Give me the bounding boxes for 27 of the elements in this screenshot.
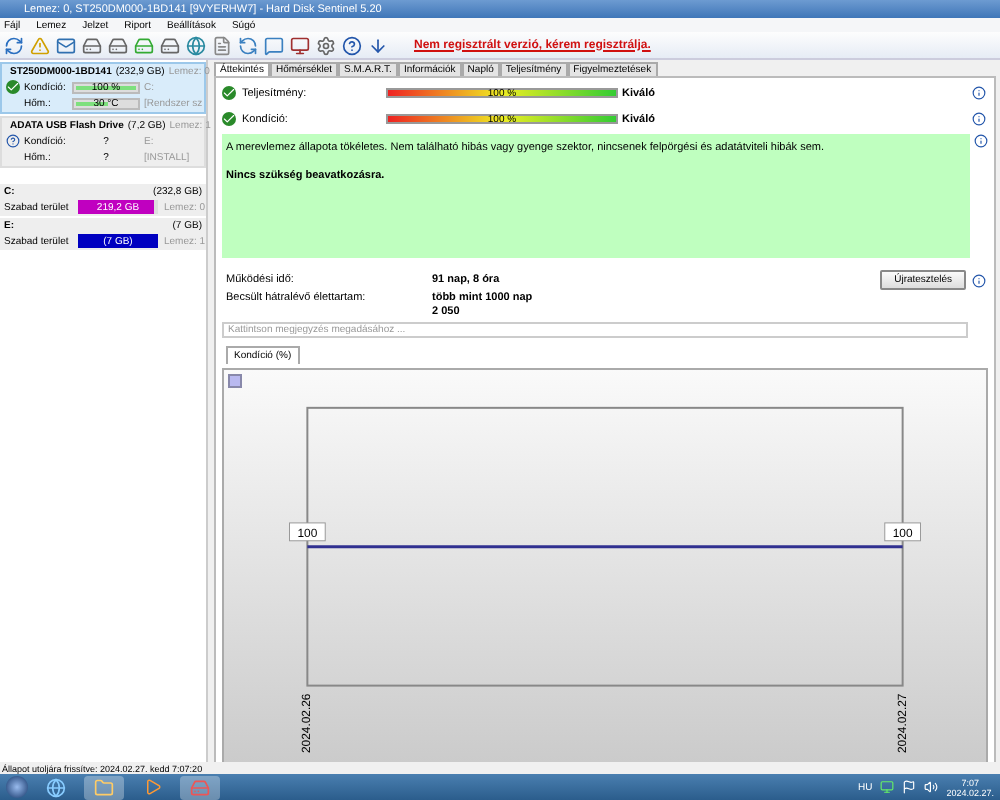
info-icon[interactable] xyxy=(972,112,986,126)
settings-icon[interactable] xyxy=(316,35,336,55)
monitor-icon[interactable] xyxy=(290,35,310,55)
document-icon[interactable] xyxy=(212,35,232,55)
help-icon[interactable] xyxy=(342,35,362,55)
start-button[interactable] xyxy=(6,776,28,798)
check-icon xyxy=(222,112,236,126)
info-icon[interactable] xyxy=(974,134,988,148)
monitor-icon[interactable] xyxy=(880,780,895,794)
flag-icon[interactable] xyxy=(902,780,917,794)
globe-icon[interactable] xyxy=(186,35,206,55)
browser-icon[interactable] xyxy=(46,777,66,797)
chat-icon[interactable] xyxy=(264,35,284,55)
speaker-icon[interactable] xyxy=(924,780,939,794)
hard-drive-icon[interactable] xyxy=(108,35,128,55)
hard-drive-icon[interactable] xyxy=(82,35,102,55)
refresh-icon[interactable] xyxy=(4,35,24,55)
refresh-icon[interactable] xyxy=(238,35,258,55)
info-icon[interactable] xyxy=(972,273,986,287)
mail-icon[interactable] xyxy=(56,35,76,55)
taskbar-button[interactable] xyxy=(84,775,124,799)
hard-drive-icon[interactable] xyxy=(134,35,154,55)
info-icon[interactable] xyxy=(972,86,986,100)
check-icon xyxy=(222,86,236,100)
arrow-down-icon[interactable] xyxy=(368,35,388,55)
hard-drive-icon[interactable] xyxy=(160,35,180,55)
media-player-icon[interactable] xyxy=(143,778,161,796)
